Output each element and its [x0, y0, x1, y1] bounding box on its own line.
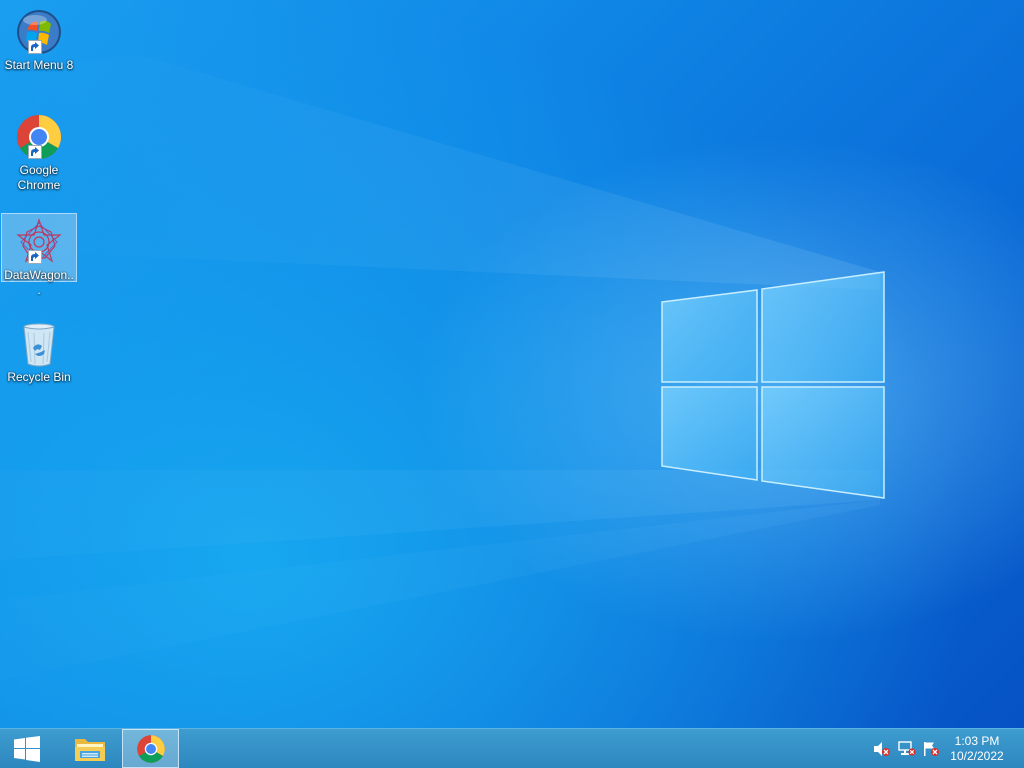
taskbar-clock[interactable]: 1:03 PM 10/2/2022 — [942, 734, 1012, 764]
clock-date: 10/2/2022 — [950, 749, 1004, 763]
windows-start-icon — [14, 735, 40, 762]
volume-muted-icon[interactable] — [873, 741, 891, 757]
desktop-icon-label: Start Menu 8 — [4, 58, 74, 72]
windows-logo — [661, 271, 885, 499]
taskbar-chrome-button[interactable] — [122, 729, 179, 768]
desktop-icon-start-menu-8[interactable]: Start Menu 8 — [1, 4, 77, 73]
desktop[interactable]: Start Menu 8 Google Chrome DataWagon... … — [0, 0, 1024, 728]
desktop-icon-label: Google Chrome — [17, 163, 61, 192]
desktop-icon-label: Recycle Bin — [7, 370, 71, 384]
chrome-icon — [15, 113, 63, 161]
recycle-bin-icon — [15, 320, 63, 368]
network-icon[interactable] — [898, 741, 916, 757]
file-explorer-icon — [75, 738, 105, 761]
datawagon-icon — [15, 218, 63, 266]
chrome-icon — [136, 734, 165, 763]
start-button[interactable] — [0, 729, 54, 768]
clock-time: 1:03 PM — [954, 734, 1000, 748]
start-menu-8-icon — [15, 8, 63, 56]
action-center-flag-icon[interactable] — [922, 741, 940, 757]
taskbar-file-explorer-button[interactable] — [62, 729, 118, 768]
shortcut-arrow-icon — [28, 40, 42, 54]
shortcut-arrow-icon — [28, 250, 42, 264]
desktop-icon-label: DataWagon... — [4, 268, 74, 297]
taskbar: 1:03 PM 10/2/2022 — [0, 728, 1024, 768]
desktop-icon-datawagon[interactable]: DataWagon... — [1, 213, 77, 297]
shortcut-arrow-icon — [28, 145, 42, 159]
desktop-icon-google-chrome[interactable]: Google Chrome — [1, 109, 77, 193]
desktop-icon-recycle-bin[interactable]: Recycle Bin — [1, 316, 77, 385]
